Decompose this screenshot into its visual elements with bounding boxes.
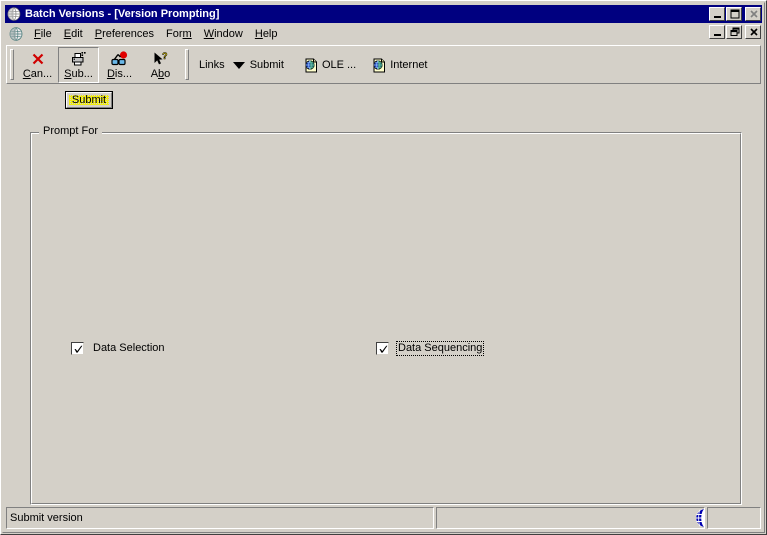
groupbox-frame-inner bbox=[31, 133, 741, 504]
links-dropdown-label: Submit bbox=[249, 59, 284, 71]
links-label: Links bbox=[199, 59, 225, 71]
menu-item-window[interactable]: Window bbox=[198, 26, 249, 42]
toolbar-grip[interactable] bbox=[10, 49, 14, 80]
menu-bar: File Edit Preferences Form Window Help bbox=[5, 24, 762, 43]
application-window-inner: Batch Versions - [Version Prompting] Fil… bbox=[2, 2, 765, 533]
menu-item-form[interactable]: Form bbox=[160, 26, 198, 42]
status-message: Submit version bbox=[10, 512, 83, 524]
checkmark-icon bbox=[379, 345, 388, 353]
page-globe-icon bbox=[304, 58, 319, 73]
printer-submit-icon bbox=[70, 50, 87, 67]
checkbox-data-selection-label: Data Selection bbox=[93, 342, 165, 354]
window-controls bbox=[708, 7, 761, 21]
minimize-button[interactable] bbox=[709, 7, 725, 21]
toolbar-separator bbox=[185, 49, 189, 80]
chevron-down-icon bbox=[232, 61, 245, 69]
maximize-button[interactable] bbox=[726, 7, 742, 21]
submit-button-face: Submit bbox=[66, 92, 112, 108]
prompt-for-groupbox: Prompt For Data Selection Data Sequencin… bbox=[30, 125, 742, 505]
status-bar: Submit version bbox=[6, 507, 761, 529]
groupbox-frame bbox=[30, 132, 742, 505]
toolbar-button-about[interactable]: ? Abo bbox=[140, 47, 181, 83]
toolbar-button-display-label: Dis... bbox=[106, 68, 133, 80]
svg-text:?: ? bbox=[162, 51, 168, 61]
status-middle-panel bbox=[436, 507, 705, 529]
mdi-child-window-controls bbox=[708, 25, 761, 39]
arrow-question-about-icon: ? bbox=[152, 50, 169, 67]
links-dropdown-submit[interactable]: Submit bbox=[232, 59, 284, 71]
links-area: Links Submit OLE ... Internet bbox=[193, 47, 428, 83]
checkbox-data-selection[interactable]: Data Selection bbox=[71, 341, 167, 356]
child-minimize-button[interactable] bbox=[709, 25, 725, 39]
glasses-display-icon bbox=[110, 50, 129, 67]
status-globe-icon bbox=[694, 508, 704, 528]
status-right-panel bbox=[707, 507, 761, 529]
link-item-ole[interactable]: OLE ... bbox=[304, 58, 356, 73]
checkmark-icon bbox=[74, 345, 83, 353]
menu-item-preferences[interactable]: Preferences bbox=[89, 26, 160, 42]
menu-item-edit[interactable]: Edit bbox=[58, 26, 89, 42]
menu-item-file[interactable]: File bbox=[28, 26, 58, 42]
child-restore-button[interactable] bbox=[726, 25, 742, 39]
toolbar-button-cancel[interactable]: Can... bbox=[17, 47, 58, 83]
status-message-panel: Submit version bbox=[6, 507, 434, 529]
link-item-internet-label: Internet bbox=[390, 59, 428, 71]
toolbar-button-cancel-label: Can... bbox=[22, 68, 53, 80]
form-client-area: Submit Prompt For Data Selection Data Se… bbox=[6, 85, 761, 505]
toolbar-button-submit[interactable]: Sub... bbox=[58, 47, 99, 83]
app-globe-icon bbox=[7, 7, 21, 21]
title-bar[interactable]: Batch Versions - [Version Prompting] bbox=[5, 5, 762, 23]
close-button[interactable] bbox=[745, 7, 761, 21]
child-close-button[interactable] bbox=[745, 25, 761, 39]
checkbox-box[interactable] bbox=[376, 342, 389, 355]
toolbar-button-display[interactable]: Dis... bbox=[99, 47, 140, 83]
red-x-cancel-icon bbox=[30, 50, 46, 67]
groupbox-title: Prompt For bbox=[39, 125, 103, 138]
submit-button-label: Submit bbox=[71, 94, 107, 106]
toolbar-button-submit-label: Sub... bbox=[64, 68, 93, 80]
menu-item-help[interactable]: Help bbox=[249, 26, 284, 42]
window-title: Batch Versions - [Version Prompting] bbox=[25, 8, 220, 20]
link-item-ole-label: OLE ... bbox=[321, 59, 357, 71]
checkbox-data-sequencing-label: Data Sequencing bbox=[396, 341, 485, 356]
page-globe-icon bbox=[372, 58, 387, 73]
toolbar: Can... Sub... Dis... ? Abo Links Submit … bbox=[6, 45, 761, 84]
document-globe-icon[interactable] bbox=[9, 26, 23, 41]
toolbar-button-about-label: Abo bbox=[150, 68, 171, 80]
checkbox-box[interactable] bbox=[71, 342, 84, 355]
link-item-internet[interactable]: Internet bbox=[372, 58, 428, 73]
checkbox-data-sequencing[interactable]: Data Sequencing bbox=[376, 341, 485, 356]
application-window: Batch Versions - [Version Prompting] Fil… bbox=[0, 0, 767, 535]
submit-button[interactable]: Submit bbox=[65, 91, 113, 109]
